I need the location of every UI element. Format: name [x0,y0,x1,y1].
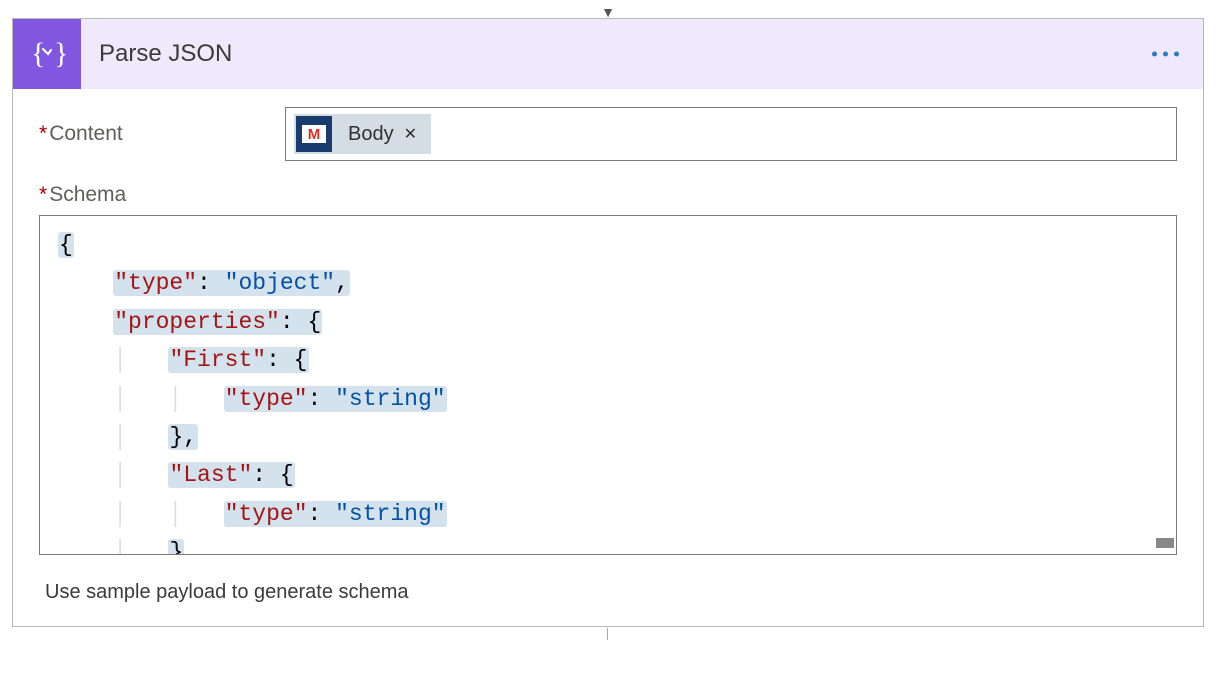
content-label: *Content [39,122,285,146]
use-sample-payload-link[interactable]: Use sample payload to generate schema [45,581,1177,604]
schema-label: *Schema [39,183,1177,207]
content-input[interactable]: M Body ✕ [285,107,1177,161]
schema-editor[interactable]: { "type": "object", "properties": { │ "F… [39,215,1177,555]
gmail-icon: M [296,116,332,152]
scrollbar-thumb[interactable] [1156,538,1174,548]
body-token[interactable]: M Body ✕ [294,114,431,154]
content-field-row: *Content M Body ✕ [39,107,1177,161]
token-label: Body [334,123,404,146]
required-asterisk: * [39,183,47,206]
top-connector-arrow: ▼ [12,8,1204,16]
card-body: *Content M Body ✕ *Schema { "type": [13,89,1203,626]
json-braces-icon: { } [27,36,67,72]
scrollbar[interactable] [1158,218,1174,552]
more-options-button[interactable] [1152,52,1179,57]
json-icon: { } [13,19,81,89]
card-title: Parse JSON [99,40,232,68]
token-remove-icon[interactable]: ✕ [404,124,431,144]
svg-text:{: { [31,37,45,70]
card-header[interactable]: { } Parse JSON [13,19,1203,89]
bottom-connector: │ [12,629,1204,640]
svg-text:}: } [54,37,67,70]
parse-json-action-card: { } Parse JSON *Content M [12,18,1204,627]
required-asterisk: * [39,122,47,145]
